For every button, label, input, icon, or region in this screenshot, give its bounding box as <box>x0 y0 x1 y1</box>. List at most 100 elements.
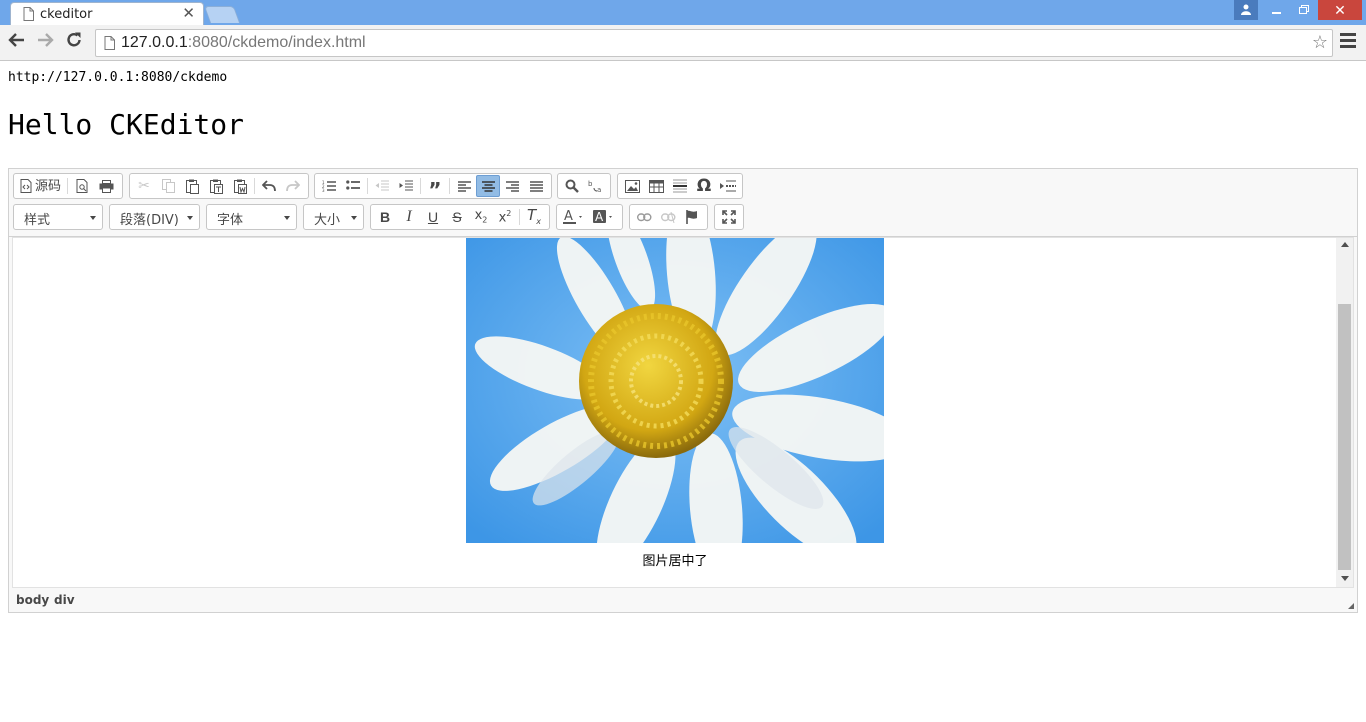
source-button[interactable]: 源码 <box>16 175 65 197</box>
replace-icon: ba <box>588 180 601 193</box>
paste-text-button[interactable] <box>204 175 228 197</box>
scrollbar-thumb[interactable] <box>1338 304 1351 570</box>
italic-button[interactable]: I <box>397 206 421 228</box>
align-left-button[interactable] <box>452 175 476 197</box>
copy-icon <box>161 179 175 193</box>
elements-path-div[interactable]: div <box>54 593 75 607</box>
replace-button[interactable]: ba <box>584 175 608 197</box>
bulleted-list-button[interactable] <box>341 175 365 197</box>
style-combo[interactable]: 样式 <box>13 204 103 230</box>
restore-window-icon[interactable] <box>1291 0 1317 20</box>
chevron-down-icon <box>90 216 96 220</box>
copy-button[interactable] <box>156 175 180 197</box>
subscript-button[interactable]: x2 <box>469 206 493 228</box>
format-combo-label: 段落(DIV) <box>120 213 179 228</box>
scroll-down-arrow-icon[interactable] <box>1341 576 1349 581</box>
unlink-button[interactable] <box>656 206 680 228</box>
numbered-list-icon: 123 <box>322 180 336 192</box>
svg-text:a: a <box>597 186 601 193</box>
blockquote-button[interactable]: ” <box>423 175 447 202</box>
print-button[interactable] <box>94 175 118 197</box>
align-center-icon <box>481 180 495 192</box>
image-button[interactable] <box>620 175 644 197</box>
subscript-icon: x2 <box>474 208 488 225</box>
font-combo[interactable]: 字体 <box>206 204 297 230</box>
preview-button[interactable] <box>70 175 94 197</box>
special-char-button[interactable]: Ω <box>692 175 716 197</box>
tab-close-icon[interactable]: ✕ <box>182 5 195 23</box>
address-bar[interactable]: 127.0.0.1:8080/ckdemo/index.html ☆ <box>95 29 1333 57</box>
source-label: 源码 <box>35 178 62 194</box>
redo-button[interactable] <box>281 175 305 197</box>
link-button[interactable] <box>632 206 656 228</box>
paste-from-word-button[interactable] <box>228 175 252 197</box>
font-size-combo[interactable]: 大小 <box>303 204 364 230</box>
justify-icon <box>529 180 543 192</box>
toolbar-separator <box>449 178 450 194</box>
editor-content-area[interactable]: 图片居中了 <box>12 237 1354 588</box>
strike-button[interactable]: S <box>445 206 469 228</box>
toolbar-group-paragraph: 123 ” <box>314 173 552 202</box>
underline-button[interactable]: U <box>421 206 445 228</box>
ckeditor: 源码 ✂ 1 2 3 ” b a Ω 样式 段落(DIV) 字体 大小 B I … <box>8 168 1358 613</box>
font-size-combo-label: 大小 <box>314 213 341 228</box>
source-icon <box>20 179 32 193</box>
image-icon <box>624 179 640 193</box>
scroll-up-arrow-icon[interactable] <box>1341 242 1349 247</box>
text-color-button[interactable]: A <box>559 206 589 228</box>
browser-tab[interactable]: ckeditor ✕ <box>10 2 204 25</box>
cut-icon: ✂ <box>138 178 150 194</box>
new-tab-button[interactable] <box>203 6 241 23</box>
paste-button[interactable] <box>180 175 204 197</box>
toolbar-separator <box>67 178 69 194</box>
redo-icon <box>286 180 300 192</box>
undo-button[interactable] <box>257 175 281 197</box>
align-right-icon <box>505 180 519 192</box>
maximize-icon <box>722 210 736 224</box>
daisy-image[interactable] <box>466 238 884 543</box>
align-right-button[interactable] <box>500 175 524 197</box>
minimize-window-icon[interactable] <box>1264 0 1290 20</box>
print-icon <box>99 179 114 193</box>
align-center-button[interactable] <box>476 175 500 197</box>
italic-icon: I <box>406 208 412 225</box>
page-break-button[interactable] <box>716 175 740 197</box>
cut-button[interactable]: ✂ <box>132 175 156 197</box>
indent-button[interactable] <box>394 175 418 197</box>
background-color-button[interactable]: A <box>589 206 619 228</box>
horizontal-line-button[interactable] <box>668 175 692 197</box>
bold-button[interactable]: B <box>373 206 397 228</box>
remove-format-icon: Tx <box>527 206 541 226</box>
blockquote-icon: ” <box>428 178 442 202</box>
numbered-list-button[interactable]: 123 <box>317 175 341 197</box>
superscript-button[interactable]: x2 <box>493 206 517 228</box>
reload-icon[interactable] <box>63 31 85 53</box>
style-combo-label: 样式 <box>24 213 51 228</box>
bookmark-star-icon[interactable]: ☆ <box>1312 32 1328 53</box>
bold-icon: B <box>379 209 391 225</box>
browser-toolbar: 127.0.0.1:8080/ckdemo/index.html ☆ <box>0 25 1366 61</box>
back-arrow-icon[interactable] <box>6 31 28 53</box>
justify-button[interactable] <box>524 175 548 197</box>
link-icon <box>636 212 652 221</box>
page-icon <box>23 7 34 21</box>
outdent-button[interactable] <box>370 175 394 197</box>
toolbar-separator <box>367 178 368 194</box>
address-url[interactable]: 127.0.0.1:8080/ckdemo/index.html <box>121 34 366 52</box>
find-icon <box>565 179 579 193</box>
user-profile-icon[interactable] <box>1234 0 1258 20</box>
resize-handle[interactable] <box>1348 603 1354 609</box>
elements-path-body[interactable]: body <box>16 593 49 607</box>
toolbar-separator <box>519 209 520 225</box>
format-combo[interactable]: 段落(DIV) <box>109 204 200 230</box>
toolbar-group-links <box>629 204 708 230</box>
forward-arrow-icon[interactable] <box>34 31 56 53</box>
editor-scrollbar[interactable] <box>1336 238 1353 587</box>
maximize-button[interactable] <box>717 206 741 228</box>
find-button[interactable] <box>560 175 584 197</box>
anchor-button[interactable] <box>680 206 704 228</box>
table-button[interactable] <box>644 175 668 197</box>
browser-menu-icon[interactable] <box>1340 33 1356 53</box>
remove-format-button[interactable]: Tx <box>522 206 546 228</box>
close-window-icon[interactable]: ✕ <box>1318 0 1362 20</box>
